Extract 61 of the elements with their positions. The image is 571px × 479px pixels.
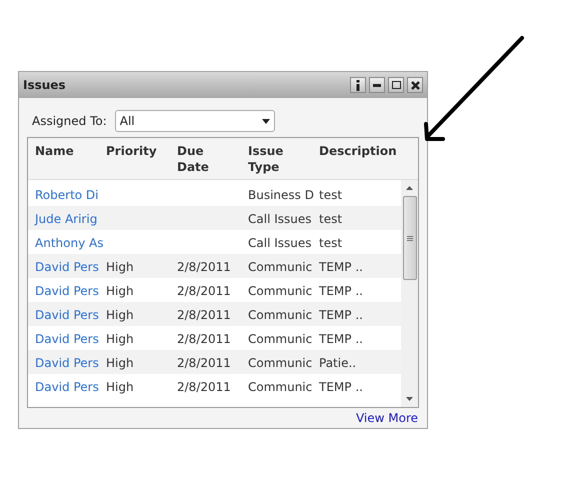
window-title: Issues: [23, 77, 67, 94]
caret-icon: [262, 118, 270, 124]
table-cell: Communic: [248, 284, 312, 298]
table-cell: TEMP ..: [319, 332, 363, 346]
scrollbar[interactable]: [401, 180, 418, 407]
table-cell: 2/8/2011: [177, 284, 231, 298]
scroll-thumb[interactable]: [402, 196, 416, 280]
name-link[interactable]: David Pers: [35, 332, 99, 346]
table-cell: test: [319, 236, 342, 250]
name-link[interactable]: Anthony As: [35, 236, 104, 250]
table-cell: test: [319, 188, 342, 202]
info-icon: [356, 80, 360, 90]
table-cell: TEMP ..: [319, 308, 363, 322]
column-header[interactable]: Priority: [106, 142, 164, 174]
column-header[interactable]: Issue Type: [248, 142, 306, 174]
scroll-down-icon[interactable]: [406, 397, 413, 401]
table-cell: 2/8/2011: [177, 260, 231, 274]
scroll-up-icon[interactable]: [406, 186, 413, 190]
name-link[interactable]: Roberto Di: [35, 188, 99, 202]
table-cell: 2/8/2011: [177, 332, 231, 346]
name-link[interactable]: David Pers: [35, 380, 99, 394]
table-cell: Communic: [248, 380, 312, 394]
table-cell: TEMP ..: [319, 260, 363, 274]
table-cell: TEMP ..: [319, 380, 363, 394]
assigned-dropdown[interactable]: All: [114, 110, 275, 132]
name-link[interactable]: David Pers: [35, 260, 99, 274]
name-link[interactable]: David Pers: [35, 284, 99, 298]
table-cell: TEMP ..: [319, 284, 363, 298]
info-button[interactable]: [350, 77, 366, 93]
minimize-icon: [373, 84, 381, 86]
table-cell: 2/8/2011: [177, 308, 231, 322]
table-cell: Call Issues: [248, 212, 312, 226]
table-cell: High: [106, 380, 134, 394]
table-cell: Communic: [248, 356, 312, 370]
column-header[interactable]: Due Date: [177, 142, 235, 174]
close-icon: [410, 80, 420, 90]
name-link[interactable]: David Pers: [35, 308, 99, 322]
table-cell: Call Issues: [248, 236, 312, 250]
table-cell: 2/8/2011: [177, 356, 231, 370]
table-cell: High: [106, 332, 134, 346]
name-link[interactable]: David Pers: [35, 356, 99, 370]
table-cell: Communic: [248, 260, 312, 274]
table-cell: Communic: [248, 332, 312, 346]
minimize-button[interactable]: [369, 77, 385, 93]
table-cell: High: [106, 260, 134, 274]
table-cell: High: [106, 284, 134, 298]
table-cell: Communic: [248, 308, 312, 322]
filter-label: Assigned To:: [32, 113, 107, 130]
view-more-link[interactable]: View More: [356, 409, 418, 427]
table-cell: Patie..: [319, 356, 356, 370]
table-cell: test: [319, 212, 342, 226]
column-header[interactable]: Description: [319, 142, 401, 174]
table-cell: 2/8/2011: [177, 380, 231, 394]
close-button[interactable]: [407, 77, 423, 93]
name-link[interactable]: Jude Aririg: [35, 212, 98, 226]
column-header[interactable]: Name: [35, 142, 93, 174]
table-cell: High: [106, 308, 134, 322]
table-cell: High: [106, 356, 134, 370]
maximize-icon: [392, 81, 400, 89]
maximize-button[interactable]: [388, 77, 404, 93]
table-cell: Business D: [248, 188, 314, 202]
